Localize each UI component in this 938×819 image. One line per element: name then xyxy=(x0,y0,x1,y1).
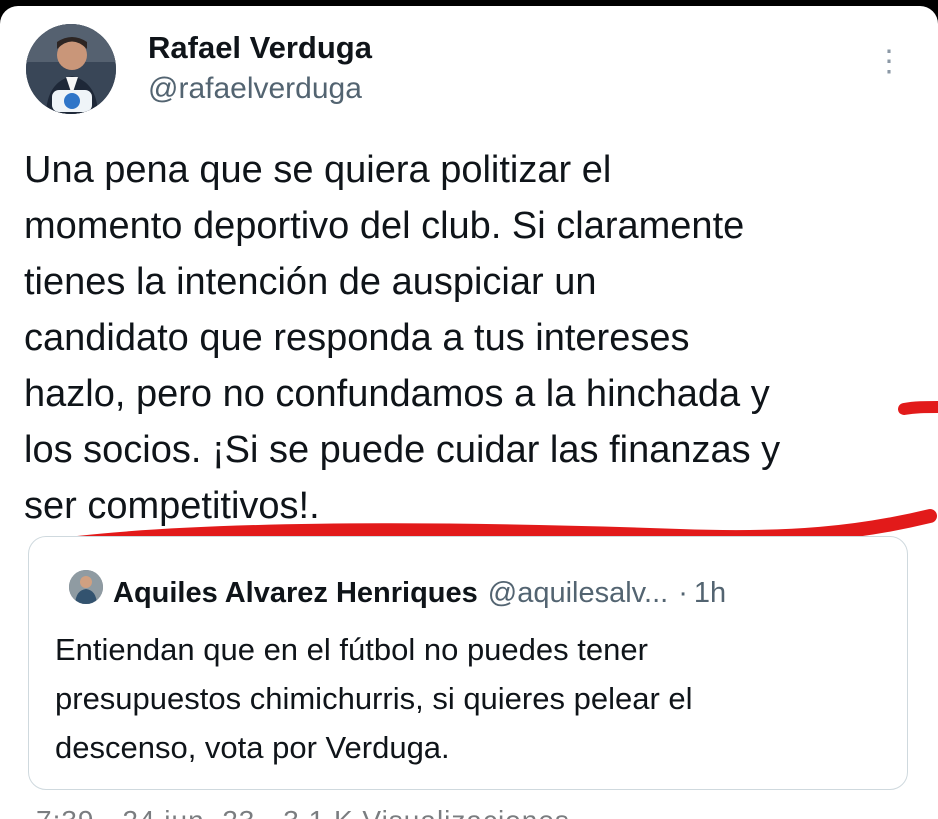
timestamp-separator: · xyxy=(678,576,688,609)
more-options-button[interactable]: ⋮ xyxy=(872,42,906,82)
quoted-author-avatar[interactable] xyxy=(69,570,103,604)
quoted-post-text: Entiendan que en el fútbol no puedes ten… xyxy=(55,632,693,765)
author-handle[interactable]: @rafaelverduga xyxy=(148,72,362,106)
quoted-post-time[interactable]: 1h xyxy=(694,577,726,610)
post-metadata-strip: 7:39 · 24 jun. 23 · 3.1 K Visualizacione… xyxy=(0,798,938,819)
post-text: Una pena que se quiera politizar el mome… xyxy=(24,149,781,527)
quoted-author-name[interactable]: Aquiles Alvarez Henriques xyxy=(113,577,478,610)
more-vertical-icon: ⋮ xyxy=(874,45,904,78)
author-avatar[interactable] xyxy=(26,24,116,114)
person-avatar-icon xyxy=(69,570,103,604)
author-name[interactable]: Rafael Verduga xyxy=(148,30,372,66)
quoted-author-handle[interactable]: @aquilesalv... xyxy=(488,577,668,610)
tweet-screen: Rafael Verduga @rafaelverduga ⋮ Una pena… xyxy=(0,6,938,819)
person-avatar-icon xyxy=(26,24,116,114)
post-metadata-text: 7:39 · 24 jun. 23 · 3.1 K Visualizacione… xyxy=(36,805,570,819)
quoted-post-header: Aquiles Alvarez Henriques @aquilesalv...… xyxy=(113,573,893,613)
quoted-post-card[interactable]: Aquiles Alvarez Henriques @aquilesalv...… xyxy=(28,536,908,790)
